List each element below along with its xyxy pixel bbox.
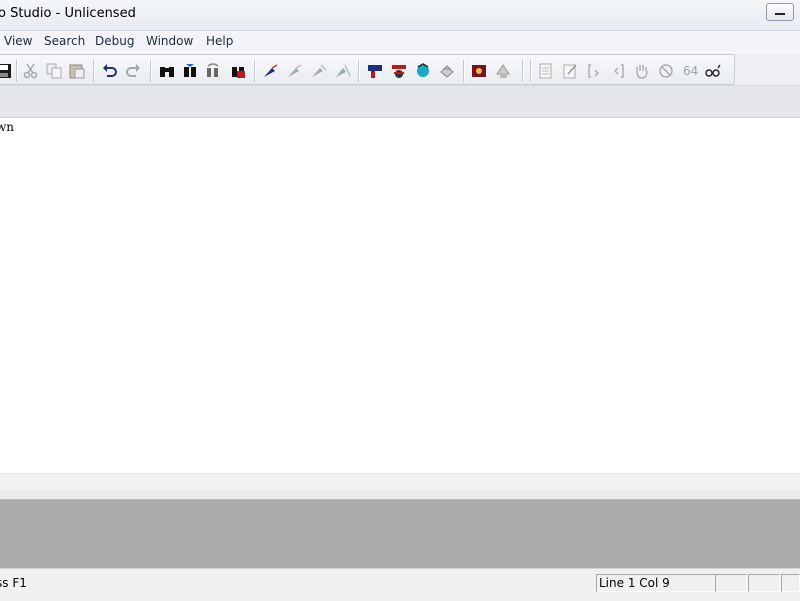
menu-search[interactable]: Search bbox=[44, 34, 85, 48]
hand-icon[interactable] bbox=[632, 61, 652, 81]
menu-window[interactable]: Window bbox=[146, 34, 193, 48]
editor-line-1: wn bbox=[0, 120, 14, 134]
compile-icon[interactable] bbox=[261, 61, 281, 81]
replace-icon[interactable] bbox=[203, 61, 223, 81]
minimize-icon bbox=[775, 13, 785, 15]
window-title: o Studio - Unlicensed bbox=[0, 6, 136, 21]
toolbar-separator bbox=[150, 60, 152, 82]
find-icon[interactable] bbox=[157, 61, 177, 81]
secondary-toolbar bbox=[0, 86, 800, 118]
toolbar-separator bbox=[530, 60, 532, 82]
toolbar-separator bbox=[16, 60, 18, 82]
undo-icon[interactable] bbox=[100, 61, 120, 81]
menu-bar: View Search Debug Window Help bbox=[0, 31, 800, 52]
run-icon[interactable] bbox=[365, 61, 385, 81]
status-help-text: ss F1 bbox=[0, 576, 27, 590]
deploy-icon[interactable] bbox=[493, 61, 513, 81]
code-editor[interactable]: wn bbox=[0, 118, 800, 473]
debug-icon[interactable] bbox=[389, 61, 409, 81]
cut-icon[interactable] bbox=[21, 61, 41, 81]
toolbar-separator bbox=[254, 60, 256, 82]
horizontal-scrollbar[interactable] bbox=[0, 473, 800, 491]
toolbar-separator bbox=[93, 60, 95, 82]
toolbar-separator bbox=[463, 60, 465, 82]
find-next-icon[interactable] bbox=[180, 61, 200, 81]
status-pane-3 bbox=[781, 574, 800, 592]
menu-help[interactable]: Help bbox=[206, 34, 233, 48]
clean-icon[interactable] bbox=[333, 61, 353, 81]
watch-icon[interactable] bbox=[703, 61, 723, 81]
toolbar-strip: 64 bbox=[0, 54, 735, 85]
status-pane-1 bbox=[715, 574, 747, 592]
find-in-files-icon[interactable] bbox=[228, 61, 248, 81]
toolbar: 64 bbox=[0, 53, 800, 86]
build-icon[interactable] bbox=[285, 61, 305, 81]
page-icon[interactable] bbox=[536, 61, 556, 81]
output-pane bbox=[0, 500, 800, 568]
toolbar-separator bbox=[358, 60, 360, 82]
minimize-button[interactable] bbox=[766, 3, 794, 21]
title-bar: o Studio - Unlicensed bbox=[0, 0, 800, 31]
number-64-label: 64 bbox=[683, 64, 699, 78]
bracket-out-icon[interactable] bbox=[608, 61, 628, 81]
menu-view[interactable]: View bbox=[4, 34, 32, 48]
rebuild-icon[interactable] bbox=[309, 61, 329, 81]
status-bar: ss F1 Line 1 Col 9 bbox=[0, 568, 800, 601]
paste-icon[interactable] bbox=[67, 61, 87, 81]
status-cursor-position: Line 1 Col 9 bbox=[596, 574, 716, 592]
toolbar-separator bbox=[522, 60, 524, 82]
save-icon[interactable] bbox=[0, 61, 14, 81]
profile-icon[interactable] bbox=[469, 61, 489, 81]
stop-icon[interactable] bbox=[656, 61, 676, 81]
pane-splitter[interactable] bbox=[0, 490, 800, 500]
redo-icon[interactable] bbox=[123, 61, 143, 81]
copy-icon[interactable] bbox=[44, 61, 64, 81]
bracket-in-icon[interactable] bbox=[584, 61, 604, 81]
status-pane-2 bbox=[748, 574, 780, 592]
menu-debug[interactable]: Debug bbox=[95, 34, 134, 48]
breakpoint-icon[interactable] bbox=[437, 61, 457, 81]
step-icon[interactable] bbox=[413, 61, 433, 81]
edit-page-icon[interactable] bbox=[560, 61, 580, 81]
